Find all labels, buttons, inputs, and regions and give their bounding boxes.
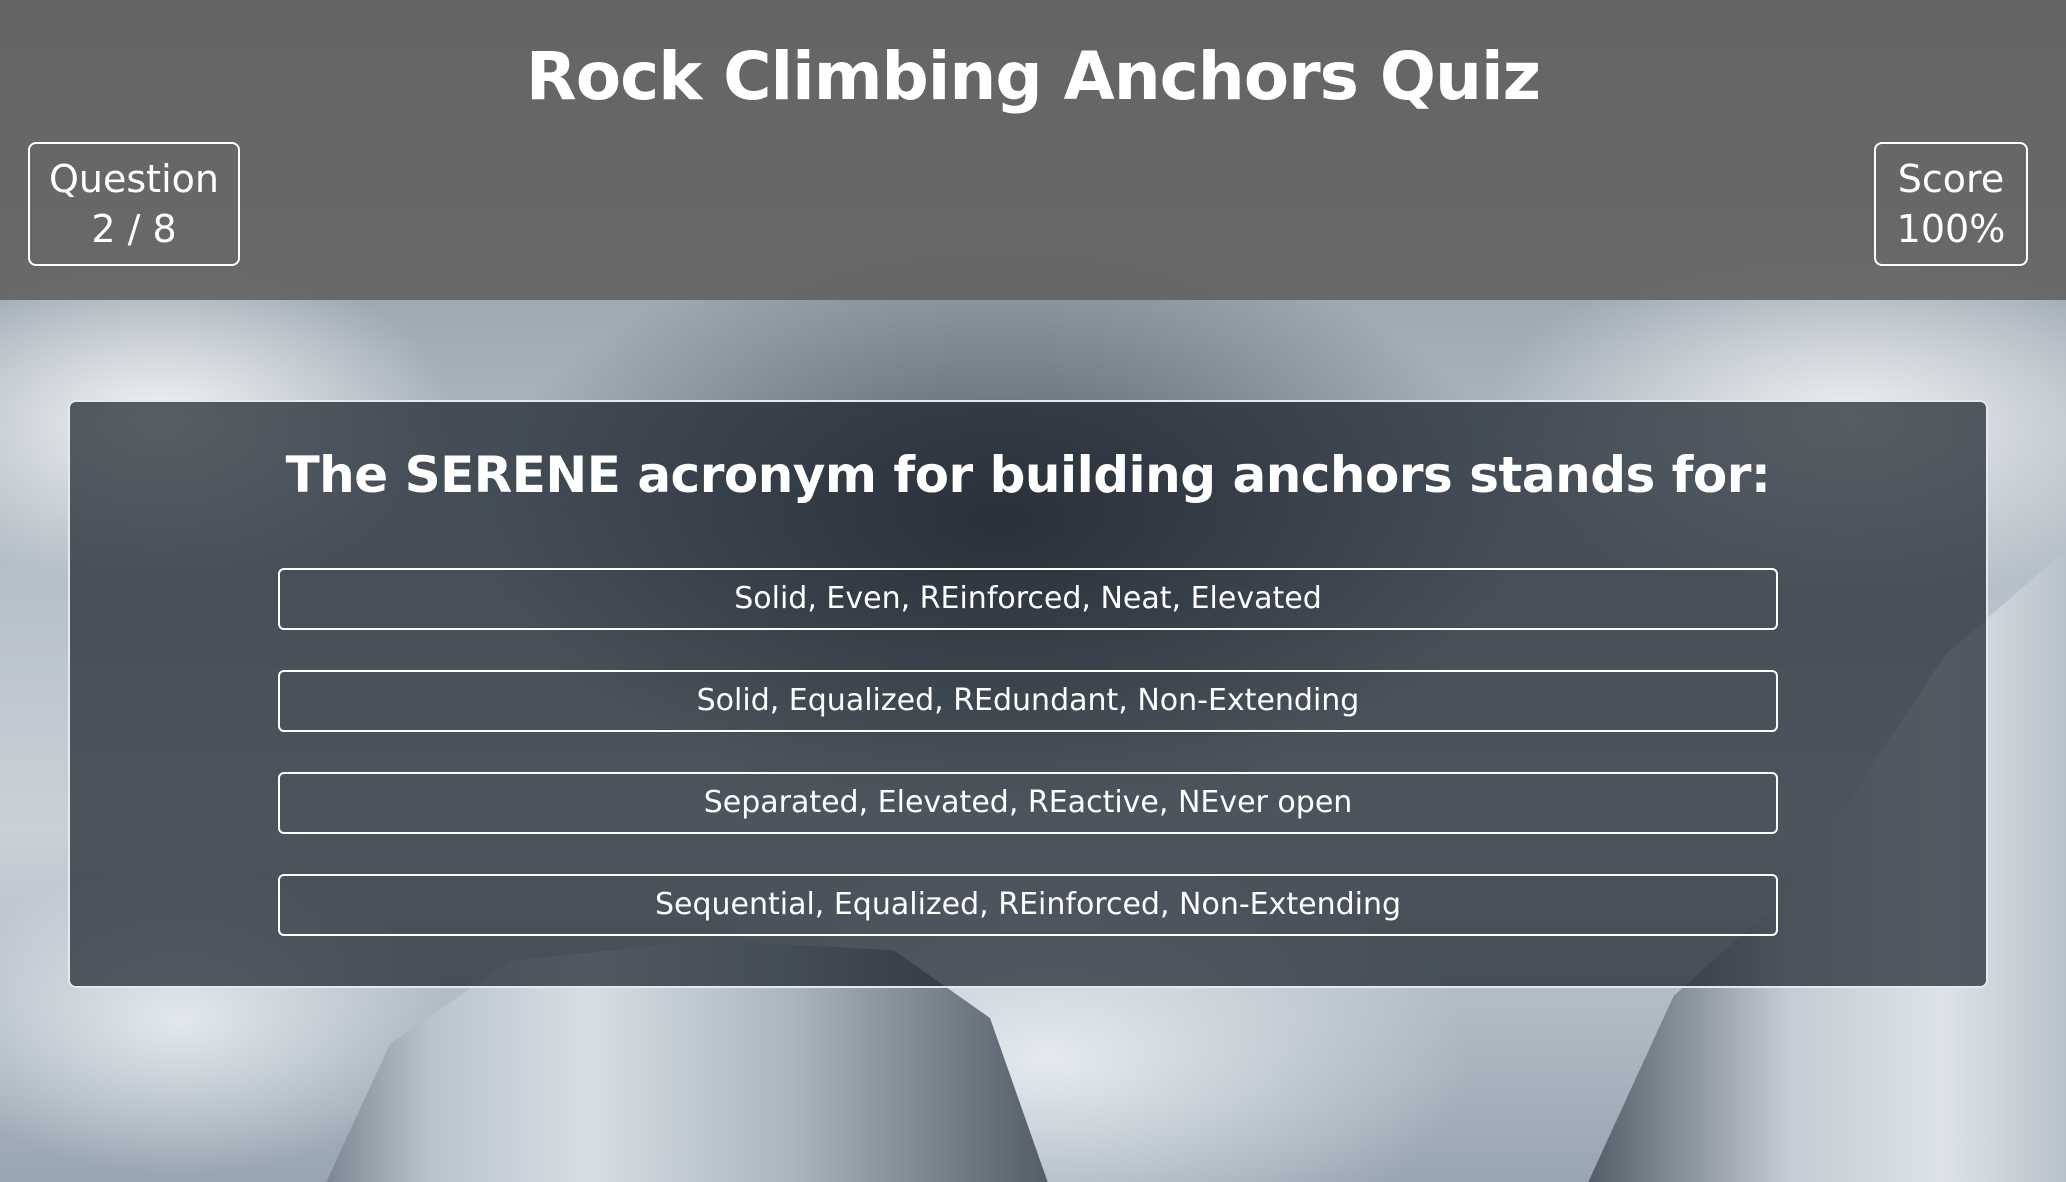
score-value: 100%	[1896, 207, 2006, 251]
question-counter-value: 2 / 8	[91, 207, 177, 251]
question-counter: Question 2 / 8	[28, 142, 240, 266]
question-text: The SERENE acronym for building anchors …	[285, 446, 1771, 504]
answer-option-3[interactable]: Separated, Elevated, REactive, NEver ope…	[278, 772, 1778, 834]
score-display: Score 100%	[1874, 142, 2028, 266]
answer-option-4[interactable]: Sequential, Equalized, REinforced, Non-E…	[278, 874, 1778, 936]
answer-option-2[interactable]: Solid, Equalized, REdundant, Non-Extendi…	[278, 670, 1778, 732]
header: Rock Climbing Anchors Quiz Question 2 / …	[0, 0, 2066, 300]
question-card: The SERENE acronym for building anchors …	[68, 400, 1988, 988]
score-label: Score	[1897, 157, 2005, 201]
answer-option-1[interactable]: Solid, Even, REinforced, Neat, Elevated	[278, 568, 1778, 630]
question-counter-label: Question	[49, 157, 219, 201]
page-title: Rock Climbing Anchors Quiz	[525, 38, 1541, 115]
